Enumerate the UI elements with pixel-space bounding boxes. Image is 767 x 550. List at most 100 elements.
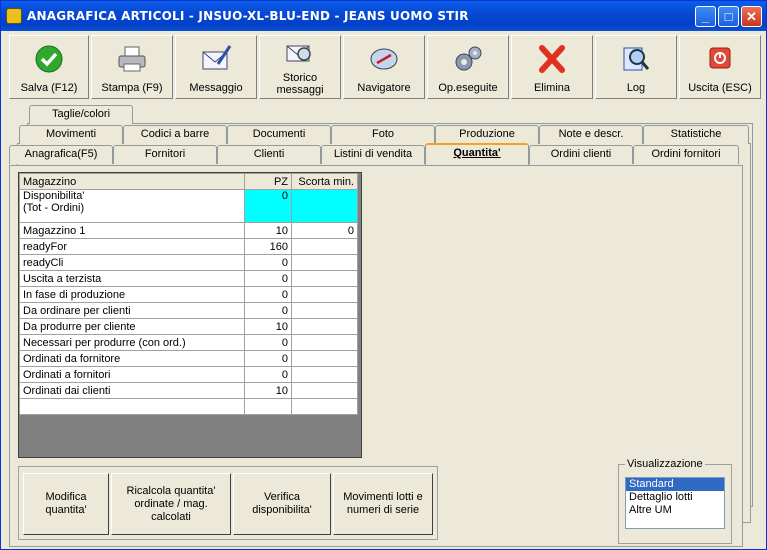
row-pz[interactable]: 0	[244, 302, 292, 319]
toolbar: Salva (F12) Stampa (F9) Messaggio Storic…	[5, 33, 763, 101]
row-pz[interactable]	[244, 398, 292, 415]
title-bar[interactable]: ANAGRAFICA ARTICOLI - JNSUO-XL-BLU-END -…	[1, 1, 766, 31]
table-row: In fase di produzione 0	[19, 286, 358, 303]
row-pz[interactable]: 0	[244, 270, 292, 287]
minimize-button[interactable]: _	[695, 6, 716, 27]
tab-codici-a-barre[interactable]: Codici a barre	[123, 125, 227, 144]
print-label: Stampa (F9)	[101, 82, 163, 94]
table-row: Ordinati a fornitori 0	[19, 366, 358, 383]
row-scorta[interactable]	[291, 350, 358, 367]
delete-button[interactable]: Elimina	[511, 35, 593, 99]
tab-listini-di-vendita[interactable]: Listini di vendita	[321, 145, 425, 164]
header-magazzino[interactable]: Magazzino	[19, 173, 245, 190]
tab-clienti[interactable]: Clienti	[217, 145, 321, 164]
row-label[interactable]: Da ordinare per clienti	[19, 302, 245, 319]
table-row: readyCli 0	[19, 254, 358, 271]
table-header-row: Magazzino PZ Scorta min.	[19, 173, 358, 190]
delete-icon	[539, 45, 565, 73]
tab-fornitori[interactable]: Fornitori	[113, 145, 217, 164]
table-row: Ordinati dai clienti 10	[19, 382, 358, 399]
tab-anagrafica[interactable]: Anagrafica(F5)	[9, 145, 113, 164]
row-pz[interactable]: 0	[244, 350, 292, 367]
header-scorta-min[interactable]: Scorta min.	[291, 173, 358, 190]
maximize-button[interactable]: □	[718, 6, 739, 27]
row-scorta[interactable]	[291, 254, 358, 271]
row-scorta[interactable]	[291, 302, 358, 319]
row-scorta[interactable]	[291, 238, 358, 255]
row-pz[interactable]: 10	[244, 318, 292, 335]
tab-quantita[interactable]: Quantita'	[425, 143, 529, 165]
tab-taglie-colori[interactable]: Taglie/colori	[29, 105, 133, 124]
row-label[interactable]: readyFor	[19, 238, 245, 255]
tab-movimenti[interactable]: Movimenti	[19, 125, 123, 144]
row-label[interactable]: Disponibilita' (Tot - Ordini)	[19, 189, 245, 223]
row-pz[interactable]: 0	[244, 254, 292, 271]
log-button[interactable]: Log	[595, 35, 677, 99]
gears-icon	[455, 46, 482, 71]
row-label[interactable]: Ordinati a fornitori	[19, 366, 245, 383]
table-row: Necessari per produrre (con ord.) 0	[19, 334, 358, 351]
tab-ordini-clienti[interactable]: Ordini clienti	[529, 145, 633, 164]
tab-documenti[interactable]: Documenti	[227, 125, 331, 144]
row-label[interactable]: Ordinati dai clienti	[19, 382, 245, 399]
row-scorta[interactable]	[291, 270, 358, 287]
table-row: Uscita a terzista 0	[19, 270, 358, 287]
tab-produzione[interactable]: Produzione	[435, 125, 539, 144]
visualizzazione-legend: Visualizzazione	[625, 458, 705, 470]
row-scorta[interactable]	[291, 334, 358, 351]
save-label: Salva (F12)	[20, 82, 78, 94]
row-pz[interactable]: 160	[244, 238, 292, 255]
row-scorta[interactable]	[291, 366, 358, 383]
table-row: Magazzino 1 10 0	[19, 222, 358, 239]
row-label[interactable]: Da produrre per cliente	[19, 318, 245, 335]
list-item[interactable]: Altre UM	[626, 504, 724, 517]
navigator-button[interactable]: Navigatore	[343, 35, 425, 99]
log-label: Log	[626, 82, 646, 94]
row-label[interactable]: readyCli	[19, 254, 245, 271]
row-label[interactable]: In fase di produzione	[19, 286, 245, 303]
quantita-panel: Magazzino PZ Scorta min. Disponibilita' …	[9, 165, 743, 547]
row-label[interactable]: Magazzino 1	[19, 222, 245, 239]
movimenti-lotti-button[interactable]: Movimenti lotti e numeri di serie	[333, 473, 433, 535]
close-button[interactable]: ✕	[741, 6, 762, 27]
row-pz[interactable]: 0	[244, 366, 292, 383]
row-scorta[interactable]	[291, 318, 358, 335]
operations-button[interactable]: Op.eseguite	[427, 35, 509, 99]
verifica-disponibilita-button[interactable]: Verifica disponibilita'	[233, 473, 331, 535]
row-pz[interactable]: 10	[244, 382, 292, 399]
tab-note-descr[interactable]: Note e descr.	[539, 125, 643, 144]
row-label[interactable]	[19, 398, 245, 415]
list-item[interactable]: Dettaglio lotti	[626, 491, 724, 504]
row-scorta[interactable]: 0	[291, 222, 358, 239]
row-scorta[interactable]	[291, 286, 358, 303]
tab-foto[interactable]: Foto	[331, 125, 435, 144]
header-pz[interactable]: PZ	[244, 173, 292, 190]
list-item[interactable]: Standard	[626, 478, 724, 491]
tab-ordini-fornitori[interactable]: Ordini fornitori	[633, 145, 739, 164]
message-button[interactable]: Messaggio	[175, 35, 257, 99]
table-row-empty	[19, 398, 358, 415]
table-row: Da ordinare per clienti 0	[19, 302, 358, 319]
exit-button[interactable]: Uscita (ESC)	[679, 35, 761, 99]
row-label[interactable]: Necessari per produrre (con ord.)	[19, 334, 245, 351]
row-scorta[interactable]	[291, 189, 358, 223]
row-scorta[interactable]	[291, 382, 358, 399]
row-pz[interactable]: 0	[244, 286, 292, 303]
printer-icon	[118, 46, 146, 72]
save-button[interactable]: Salva (F12)	[9, 35, 89, 99]
message-history-button[interactable]: Storico messaggi	[259, 35, 341, 99]
row-pz[interactable]: 10	[244, 222, 292, 239]
row-pz[interactable]: 0	[244, 189, 292, 223]
row-label[interactable]: Uscita a terzista	[19, 270, 245, 287]
row-label[interactable]: Ordinati da fornitore	[19, 350, 245, 367]
visualizzazione-list[interactable]: Standard Dettaglio lotti Altre UM	[625, 477, 725, 529]
print-button[interactable]: Stampa (F9)	[91, 35, 173, 99]
envelope-icon	[202, 45, 232, 70]
row-pz[interactable]: 0	[244, 334, 292, 351]
quantity-grid[interactable]: Magazzino PZ Scorta min. Disponibilita' …	[18, 172, 362, 458]
modifica-quantita-button[interactable]: Modifica quantita'	[23, 473, 109, 535]
envelope-search-icon	[286, 45, 311, 62]
row-scorta[interactable]	[291, 398, 358, 415]
tab-statistiche[interactable]: Statistiche	[643, 125, 749, 144]
ricalcola-quantita-button[interactable]: Ricalcola quantita' ordinate / mag. calc…	[111, 473, 231, 535]
